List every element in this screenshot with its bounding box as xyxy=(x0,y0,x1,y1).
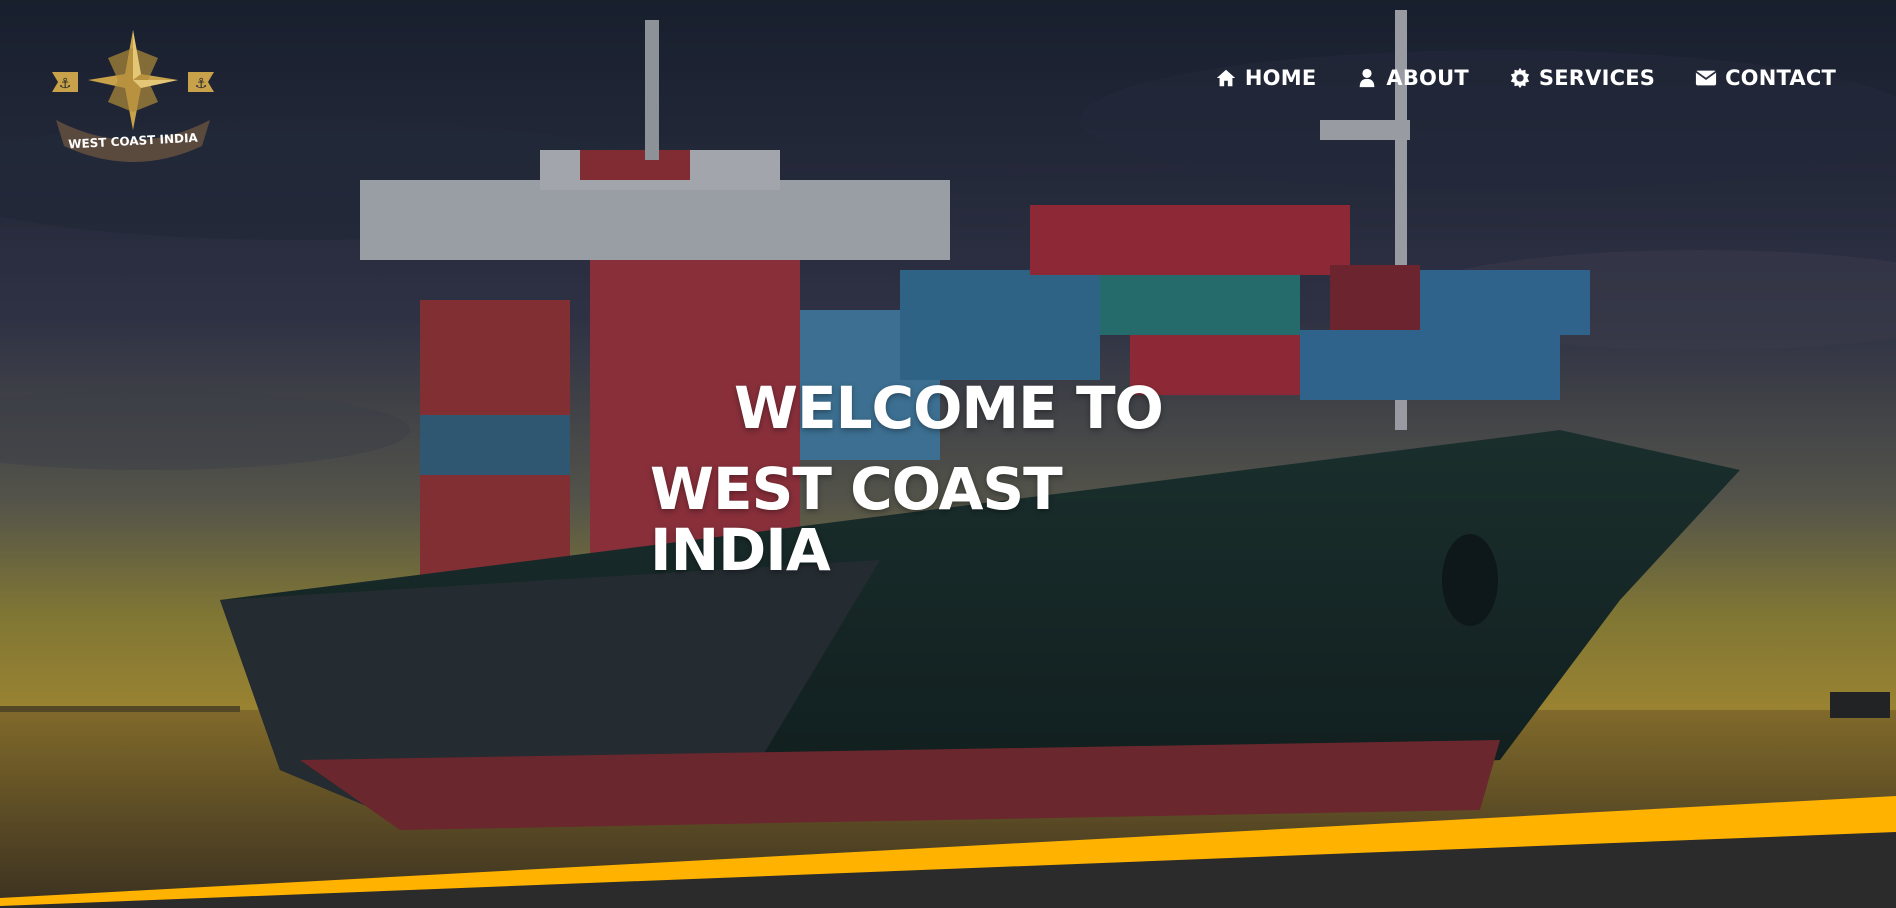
hero-headline: WELCOME TO WEST COAST INDIA xyxy=(650,378,1250,581)
nav-contact-label: CONTACT xyxy=(1725,66,1836,90)
brand-logo[interactable]: ⚓ ⚓ WEST COAST INDIA xyxy=(48,28,218,168)
nav-services-label: SERVICES xyxy=(1538,66,1656,90)
landing-page: ⚓ ⚓ WEST COAST INDIA HOME ABOUT SERVICES… xyxy=(0,0,1896,908)
svg-text:⚓: ⚓ xyxy=(59,76,72,92)
nav-services[interactable]: SERVICES xyxy=(1509,66,1655,90)
main-navigation: HOME ABOUT SERVICES CONTACT xyxy=(1215,66,1836,90)
nav-home-label: HOME xyxy=(1244,66,1317,90)
envelope-icon xyxy=(1695,70,1717,86)
nav-contact[interactable]: CONTACT xyxy=(1695,66,1836,90)
user-icon xyxy=(1360,68,1375,88)
nav-about[interactable]: ABOUT xyxy=(1356,66,1469,90)
gear-icon xyxy=(1510,67,1530,89)
nav-home[interactable]: HOME xyxy=(1215,66,1316,90)
hero-headline-line2: WEST COAST INDIA xyxy=(650,454,1063,584)
hero-headline-line1: WELCOME TO xyxy=(734,374,1164,442)
svg-text:⚓: ⚓ xyxy=(195,76,208,92)
nav-about-label: ABOUT xyxy=(1386,66,1469,90)
home-icon xyxy=(1216,69,1236,87)
